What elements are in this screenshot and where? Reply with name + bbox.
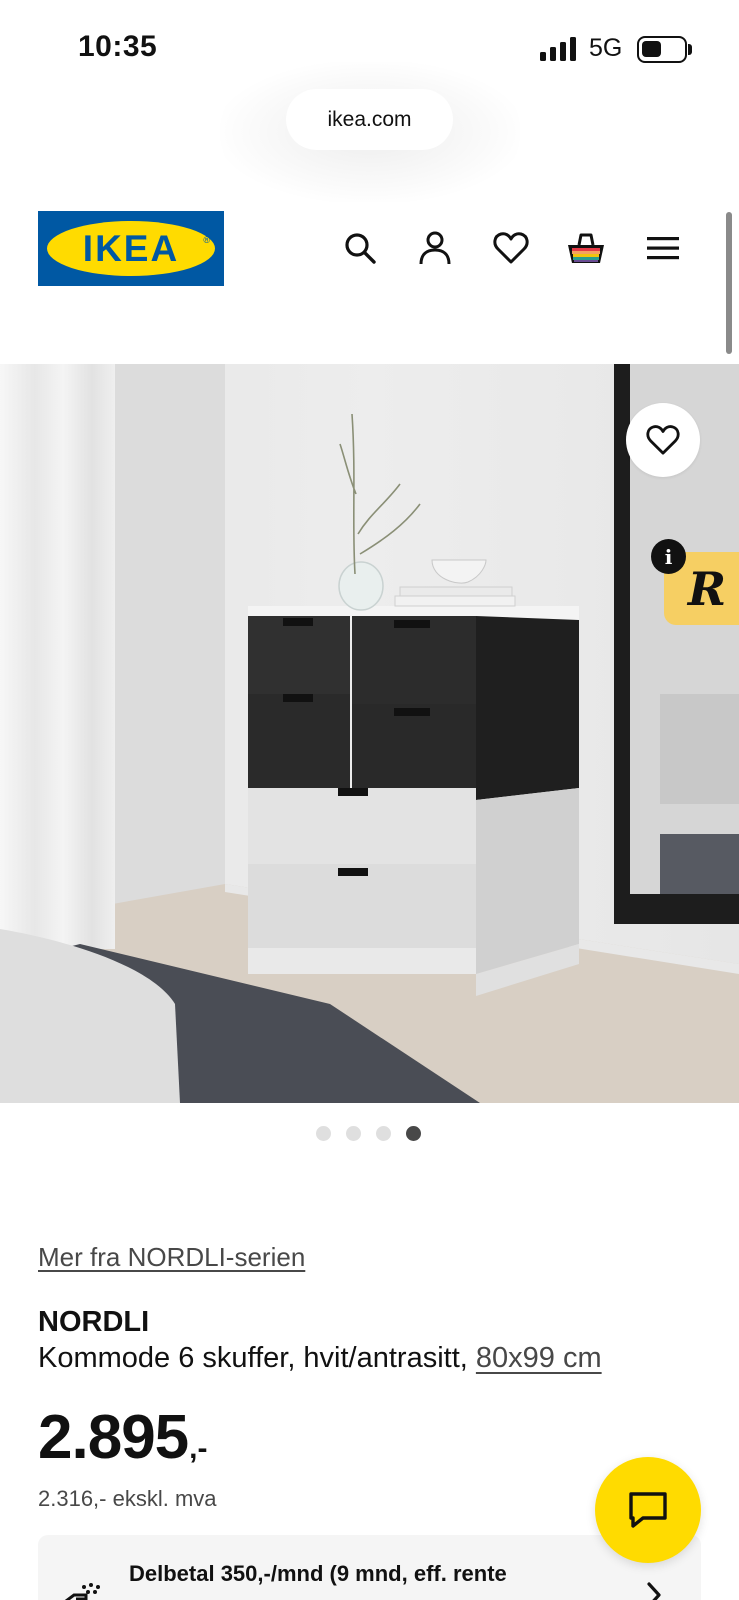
product-description: Kommode 6 skuffer, hvit/antrasitt, 80x99… xyxy=(38,1342,602,1374)
account-icon[interactable] xyxy=(415,228,455,268)
carousel-dot[interactable] xyxy=(316,1126,331,1141)
battery-nub xyxy=(688,44,692,55)
product-image[interactable] xyxy=(0,364,739,1103)
carousel-dot[interactable] xyxy=(346,1126,361,1141)
status-time: 10:35 xyxy=(78,30,158,63)
cellular-signal-icon xyxy=(540,37,578,61)
search-icon[interactable] xyxy=(340,228,380,268)
page-scrollbar[interactable] xyxy=(726,212,732,354)
battery-icon xyxy=(637,36,687,63)
menu-icon[interactable] xyxy=(643,228,683,268)
price-suffix: ,- xyxy=(189,1432,208,1465)
financing-text: Delbetal 350,-/mnd (9 mnd, eff. rente xyxy=(129,1561,507,1586)
network-type: 5G xyxy=(589,34,623,62)
url-text: ikea.com xyxy=(327,107,412,131)
price-ex-vat: 2.316,- ekskl. mva xyxy=(38,1486,217,1511)
logo-text: IKEA xyxy=(82,227,180,269)
series-link[interactable]: Mer fra NORDLI-serien xyxy=(38,1242,305,1273)
chevron-right-icon xyxy=(647,1582,661,1600)
chat-button[interactable] xyxy=(595,1457,701,1563)
carousel-dot[interactable] xyxy=(376,1126,391,1141)
carousel-dots xyxy=(316,1126,421,1141)
product-size-link[interactable]: 80x99 cm xyxy=(476,1342,602,1374)
heart-icon xyxy=(646,425,680,455)
chat-bubble-icon xyxy=(629,1492,667,1528)
financing-banner[interactable]: Delbetal 350,-/mnd (9 mnd, eff. rente xyxy=(38,1535,701,1600)
shopping-bag-icon[interactable] xyxy=(566,228,606,268)
product-price: 2.895 ,- xyxy=(38,1402,207,1473)
info-icon[interactable]: i xyxy=(651,539,686,574)
ikea-logo[interactable]: IKEA ® xyxy=(38,211,224,286)
price-amount: 2.895 xyxy=(38,1403,189,1472)
wishlist-heart-icon[interactable] xyxy=(491,228,531,268)
product-name: NORDLI xyxy=(38,1306,150,1338)
carousel-dot-active[interactable] xyxy=(406,1126,421,1141)
url-bar[interactable]: ikea.com xyxy=(286,89,453,150)
financing-icon xyxy=(64,1583,100,1600)
product-favorite-button[interactable] xyxy=(626,403,700,477)
